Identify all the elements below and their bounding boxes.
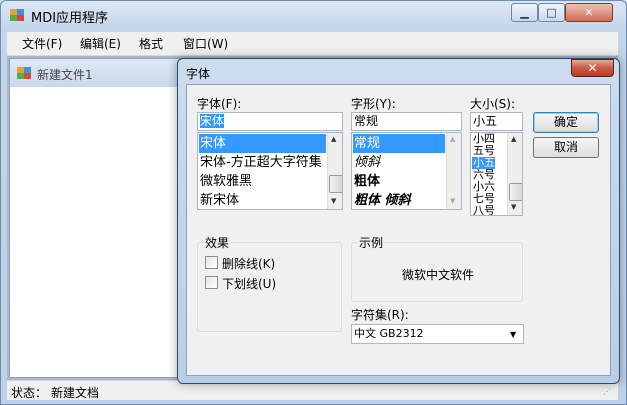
menu-window[interactable]: 窗口(W) (183, 35, 228, 53)
font-input[interactable]: 宋体 (197, 112, 343, 131)
cancel-button[interactable]: 取消 (533, 137, 599, 158)
close-button[interactable]: ✕ (565, 3, 613, 22)
scroll-down-icon[interactable]: ▼ (331, 197, 336, 205)
menu-file[interactable]: 文件(F) (22, 35, 62, 53)
effects-label: 效果 (203, 234, 232, 251)
font-label: 字体(F): (197, 97, 242, 111)
dialog-close-button[interactable]: ✕ (571, 59, 614, 77)
underline-label[interactable]: 下划线(U) (222, 275, 276, 292)
child-title: 新建文件1 (37, 68, 93, 82)
font-item[interactable]: 微软雅黑 (199, 172, 252, 191)
font-item[interactable]: 宋体-方正超大字符集 (199, 153, 326, 172)
window-title: MDI应用程序 (31, 11, 109, 26)
underline-checkbox[interactable] (205, 276, 218, 289)
charset-value: 中文 GB2312 (354, 327, 424, 340)
size-label: 大小(S): (470, 97, 516, 111)
scroll-thumb[interactable] (509, 183, 522, 201)
chevron-down-icon[interactable]: ▼ (510, 326, 516, 343)
font-input-value: 宋体 (200, 114, 225, 128)
scroll-thumb[interactable] (329, 175, 342, 193)
sample-label: 示例 (357, 234, 386, 251)
dialog-body: 字体(F): 宋体 宋体 宋体-方正超大字符集 微软雅黑 新宋体 ▲ ▼ 字形(… (186, 84, 611, 376)
charset-select[interactable]: 中文 GB2312 ▼ (351, 324, 524, 344)
scroll-up-icon[interactable]: ▲ (511, 135, 516, 143)
charset-label: 字符集(R): (351, 308, 409, 322)
menu-format[interactable]: 格式 (139, 35, 163, 53)
size-input[interactable]: 小五 (470, 112, 523, 131)
maximize-icon: □ (546, 6, 557, 19)
resize-grip-icon[interactable]: ⋰ (603, 387, 611, 396)
minimize-button[interactable]: ▁ (511, 3, 538, 22)
size-scrollbar[interactable]: ▲ ▼ (507, 133, 522, 215)
sample-text: 微软中文软件 (402, 268, 475, 282)
status-text: 新建文档 (51, 386, 100, 400)
app-icon (10, 9, 24, 21)
strikeout-checkbox[interactable] (205, 256, 218, 269)
style-item[interactable]: 常规 (353, 134, 445, 153)
status-label: 状态： (11, 386, 48, 400)
minimize-icon: ▁ (520, 6, 529, 19)
font-item[interactable]: 宋体 (199, 134, 326, 153)
size-listbox[interactable]: 小四 五号 小五 六号 小六 七号 八号 ▲ ▼ (470, 132, 523, 216)
scroll-down-icon[interactable]: ▼ (450, 197, 455, 205)
style-listbox[interactable]: 常规 倾斜 粗体 粗体 倾斜 ▲ ▼ (351, 132, 462, 210)
menu-bar: 文件(F) 编辑(E) 格式 窗口(W) (7, 32, 618, 56)
close-icon: ✕ (584, 6, 594, 19)
maximize-button[interactable]: □ (538, 3, 565, 22)
close-icon: ✕ (587, 61, 598, 75)
scroll-up-icon[interactable]: ▲ (450, 135, 455, 143)
scroll-up-icon[interactable]: ▲ (331, 135, 336, 143)
style-item[interactable]: 粗体 倾斜 (353, 191, 411, 209)
style-label: 字形(Y): (351, 97, 396, 111)
strikeout-label[interactable]: 删除线(K) (222, 255, 275, 272)
font-item[interactable]: 新宋体 (199, 191, 239, 209)
size-item[interactable]: 八号 (472, 205, 495, 216)
style-input[interactable]: 常规 (351, 112, 462, 131)
style-scrollbar[interactable]: ▲ ▼ (446, 133, 461, 209)
style-item[interactable]: 粗体 (353, 172, 380, 191)
style-input-value: 常规 (354, 114, 379, 128)
dialog-title: 字体 (186, 67, 211, 81)
font-scrollbar[interactable]: ▲ ▼ (327, 133, 342, 209)
child-app-icon (17, 67, 31, 79)
font-dialog: 字体 ✕ 字体(F): 宋体 宋体 宋体-方正超大字符集 微软雅黑 新宋体 ▲ … (177, 58, 620, 384)
size-input-value: 小五 (473, 114, 498, 128)
ok-button[interactable]: 确定 (533, 112, 599, 133)
scroll-down-icon[interactable]: ▼ (511, 203, 516, 211)
style-item[interactable]: 倾斜 (353, 153, 380, 172)
font-listbox[interactable]: 宋体 宋体-方正超大字符集 微软雅黑 新宋体 ▲ ▼ (197, 132, 343, 210)
menu-edit[interactable]: 编辑(E) (80, 35, 121, 53)
